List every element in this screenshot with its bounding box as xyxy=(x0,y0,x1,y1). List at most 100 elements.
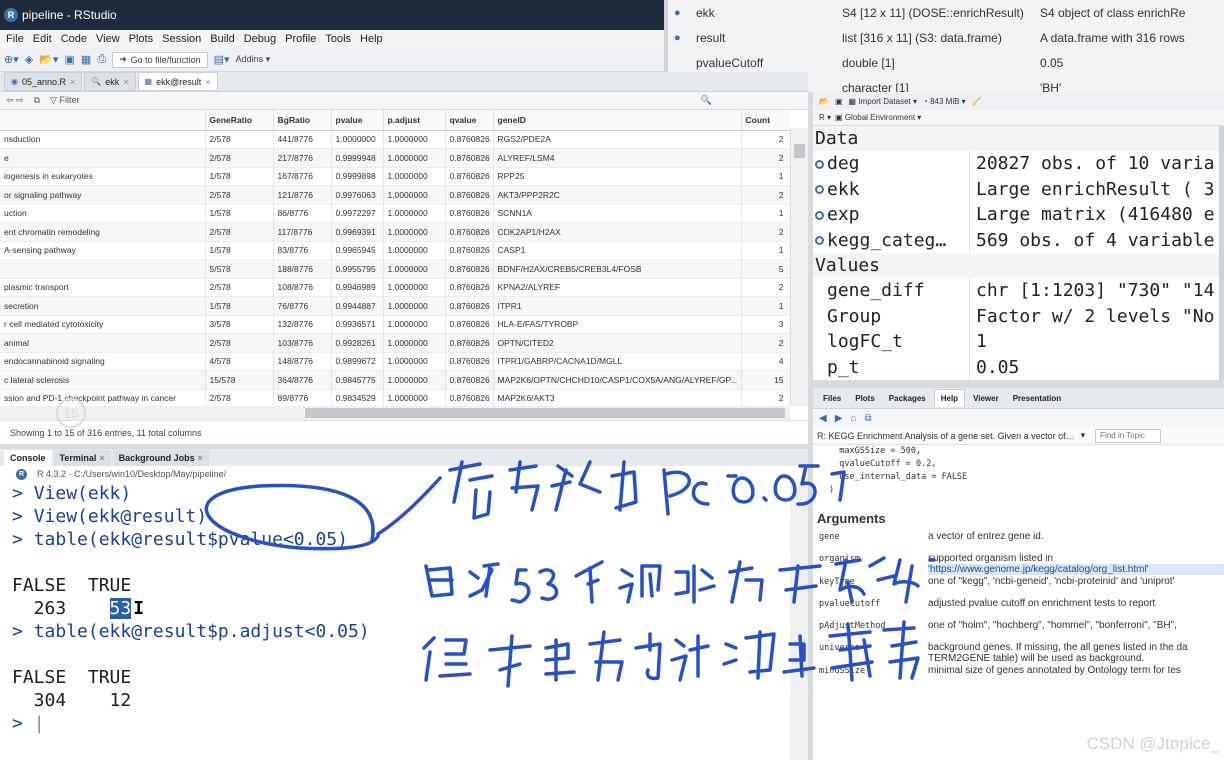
console-tab[interactable]: Background Jobs × xyxy=(112,449,209,466)
column-header[interactable]: BgRatio xyxy=(273,110,332,131)
load-workspace-icon[interactable]: 📂 xyxy=(819,97,829,106)
column-header[interactable] xyxy=(0,110,206,131)
broom-icon[interactable]: 🧹 xyxy=(972,97,982,106)
expand-circle-icon[interactable] xyxy=(815,185,824,194)
menu-item-file[interactable]: File xyxy=(6,33,24,45)
close-icon[interactable]: × xyxy=(99,453,104,463)
table-row[interactable]: r cell mediated cytotoxicity 3/578 132/877… xyxy=(0,315,790,334)
table-row[interactable]: A-sensing pathway 1/578 83/8776 0.9965945 1.… xyxy=(0,241,790,260)
grid-vertical-scrollbar[interactable] xyxy=(790,128,808,406)
column-header[interactable]: Count xyxy=(741,110,790,131)
env-top-row[interactable]: ● ekk S4 [12 x 11] (DOSE::enrichResult) S4 … xyxy=(668,0,1224,25)
menu-item-code[interactable]: Code xyxy=(61,33,87,45)
table-row[interactable]: c lateral sclerosis 15/578 364/8776 0.98457… xyxy=(0,370,790,390)
grid-search-icon[interactable]: 🔍 xyxy=(701,95,712,106)
env-data-item[interactable]: deg 20827 obs. of 10 varia xyxy=(813,151,1224,177)
table-row[interactable]: ent chromatin remodeling 2/578 117/8776 0.9… xyxy=(0,222,790,242)
menu-item-tools[interactable]: Tools xyxy=(325,33,351,45)
env-data-item[interactable]: kegg_categ… 569 obs. of 4 variable xyxy=(813,227,1224,253)
env-data-item[interactable]: exp Large matrix (416480 e xyxy=(813,202,1224,228)
menu-item-build[interactable]: Build xyxy=(210,33,234,45)
help-tab[interactable]: Files xyxy=(817,389,847,407)
org-list-link[interactable]: 'https://www.genome.jp/kegg/catalog/org_… xyxy=(928,564,1224,575)
topic-dropdown-icon[interactable]: ▾ xyxy=(1081,430,1086,441)
help-tab[interactable]: Presentation xyxy=(1007,389,1067,407)
expand-icon[interactable]: ● xyxy=(668,32,690,44)
column-header[interactable]: geneID xyxy=(493,110,742,131)
table-row[interactable]: iogenesis in eukaryotes 1/578 167/8776 0.99… xyxy=(0,167,790,186)
table-row[interactable]: or signaling pathway 2/578 121/8776 0.99760… xyxy=(0,185,790,205)
console-output[interactable]: > View(ekk) > View(ekk@result) > table(ekk… xyxy=(0,482,790,760)
table-row[interactable]: uction 1/578 86/8776 0.9972297 1.0000000 0.87… xyxy=(0,204,790,223)
save-workspace-icon[interactable]: ▣ xyxy=(835,97,843,106)
env-value-item[interactable]: gene_diff chr [1:1203] "730" "14 xyxy=(813,278,1224,304)
new-project-icon[interactable]: ◈ xyxy=(25,53,33,66)
language-select[interactable]: R ▾ xyxy=(819,113,831,122)
source-tab[interactable]: ◉ 05_anno.R × xyxy=(4,72,83,91)
help-tab[interactable]: Plots xyxy=(849,389,881,407)
table-row[interactable]: animal 2/578 103/8776 0.9928261 1.0000000 0.8… xyxy=(0,333,790,353)
env-value-item[interactable]: logFC_t 1 xyxy=(813,329,1224,355)
table-row[interactable]: nsduction 2/578 441/8776 1.0000000 1.0000000… xyxy=(0,130,790,149)
grid-horizontal-scrollbar[interactable] xyxy=(0,406,790,420)
filter-button[interactable]: ▽ Filter xyxy=(50,95,79,106)
open-file-icon[interactable]: 📂▾ xyxy=(39,53,58,66)
source-tab[interactable]: ▦ ekk@result × xyxy=(137,72,218,91)
back-forward-icon[interactable]: ⇦ ⇨ xyxy=(6,95,24,106)
expand-icon[interactable]: ● xyxy=(668,7,690,19)
save-all-icon[interactable]: ▦ xyxy=(81,53,91,66)
env-data-item[interactable]: ekk Large enrichResult ( 3 xyxy=(813,176,1224,202)
table-row[interactable]: secretion 1/578 76/8776 0.9944887 1.0000000 0… xyxy=(0,296,790,316)
menu-item-session[interactable]: Session xyxy=(162,33,201,45)
source-tab[interactable]: 🔍 ekk × xyxy=(84,72,136,91)
console-tab[interactable]: Console xyxy=(4,449,52,466)
back-icon[interactable]: ◀ xyxy=(819,413,827,424)
popout-icon[interactable]: ⧉ xyxy=(34,95,40,106)
goto-file-input[interactable]: ➜ Go to file/function xyxy=(112,51,208,68)
env-top-row[interactable]: ● result list [316 x 11] (S3: data.frame) A… xyxy=(668,25,1224,50)
find-in-topic-input[interactable]: Find in Topic xyxy=(1095,428,1162,443)
env-scrollbar[interactable] xyxy=(1219,126,1224,380)
table-row[interactable]: ssion and PD-1 checkpoint pathway in can… xyxy=(0,389,790,406)
help-tab[interactable]: Viewer xyxy=(967,389,1005,407)
menu-item-help[interactable]: Help xyxy=(360,33,383,45)
menu-item-view[interactable]: View xyxy=(96,33,120,45)
help-tab[interactable]: Packages xyxy=(883,389,932,407)
column-header[interactable]: p.adjust xyxy=(383,110,446,131)
expand-circle-icon[interactable] xyxy=(815,159,824,169)
selected-text[interactable]: 53 xyxy=(109,598,132,619)
memory-usage[interactable]: ◔ 843 MiB ▾ xyxy=(923,97,966,106)
close-icon[interactable]: × xyxy=(70,77,75,87)
menu-item-profile[interactable]: Profile xyxy=(285,33,316,45)
help-topic-title[interactable]: R: KEGG Enrichment Analysis of a gene se… xyxy=(817,431,1075,441)
expand-circle-icon[interactable] xyxy=(815,236,824,245)
help-tab[interactable]: Help xyxy=(933,389,966,407)
close-icon[interactable]: × xyxy=(123,77,128,87)
console-scrollbar[interactable] xyxy=(790,482,808,760)
home-icon[interactable]: ⌂ xyxy=(850,413,856,424)
menu-item-edit[interactable]: Edit xyxy=(33,33,52,45)
table-row[interactable]: 5/578 188/8776 0.9955795 1.0000000 0.8760826… xyxy=(0,259,790,279)
print-icon[interactable]: ⎙ xyxy=(97,53,106,66)
env-value-item[interactable]: Group Factor w/ 2 levels "No xyxy=(813,303,1224,329)
scope-select[interactable]: ▣ Global Environment ▾ xyxy=(835,113,921,122)
grid-layout-icon[interactable]: ▤▾ xyxy=(214,53,230,66)
import-dataset-button[interactable]: ▦ Import Dataset ▾ xyxy=(849,97,918,106)
column-header[interactable]: qvalue xyxy=(445,110,494,131)
menu-item-plots[interactable]: Plots xyxy=(129,33,153,45)
close-icon[interactable]: × xyxy=(205,77,210,87)
env-value-item[interactable]: p_t 0.05 xyxy=(813,354,1224,380)
column-header[interactable]: GeneRatio xyxy=(205,110,274,131)
column-header[interactable]: pvalue xyxy=(331,110,384,131)
table-row[interactable]: plasmic transport 2/578 108/8776 0.9946989 1… xyxy=(0,278,790,297)
env-help-splitter[interactable] xyxy=(813,380,1224,388)
addins-button[interactable]: Addins ▾ xyxy=(236,54,271,65)
open-new-window-icon[interactable]: ⧉ xyxy=(864,413,871,424)
menu-item-debug[interactable]: Debug xyxy=(244,33,276,45)
close-icon[interactable]: × xyxy=(198,453,203,463)
forward-icon[interactable]: ▶ xyxy=(835,413,843,424)
table-row[interactable]: endocannabinoid signaling 4/578 148/8776 0.… xyxy=(0,352,790,371)
save-icon[interactable]: ▣ xyxy=(64,53,74,66)
expand-circle-icon[interactable] xyxy=(815,210,824,220)
console-tab[interactable]: Terminal × xyxy=(53,449,111,466)
